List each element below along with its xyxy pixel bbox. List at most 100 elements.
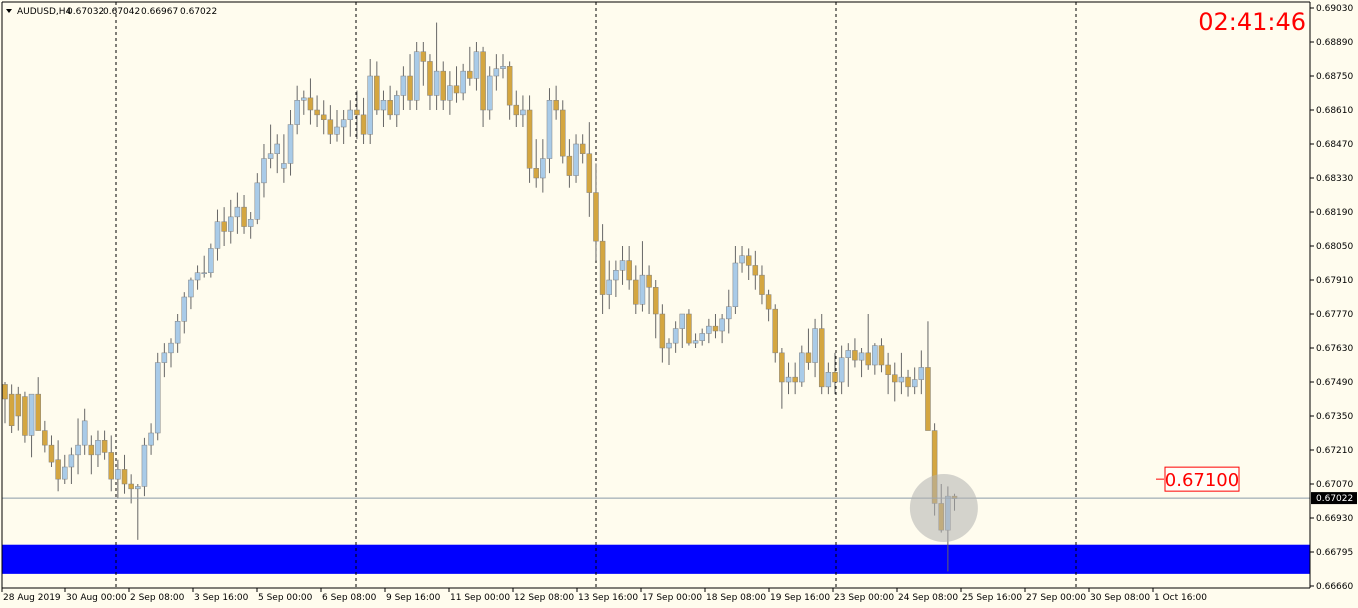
y-tick-label: 0.68330 bbox=[1316, 174, 1353, 184]
candle-body-bear bbox=[593, 192, 599, 242]
candle-body-bull bbox=[148, 432, 154, 446]
candle-body-bull bbox=[679, 313, 686, 329]
y-tick-label: 0.67350 bbox=[1316, 412, 1353, 422]
candle-body-bear bbox=[885, 364, 891, 375]
candle-body-bull bbox=[845, 350, 852, 358]
candle-body-bear bbox=[387, 100, 393, 116]
y-tick-label: 0.68470 bbox=[1316, 140, 1353, 150]
candle-body-bull bbox=[613, 270, 619, 281]
header-close: 0.67022 bbox=[180, 7, 217, 17]
candle-body-bull bbox=[413, 51, 420, 101]
candle-body-bear bbox=[659, 313, 666, 349]
candle-body-bull bbox=[81, 420, 88, 446]
candle-body-bull bbox=[918, 367, 925, 380]
candle-body-bear bbox=[320, 114, 327, 120]
candle-body-bear bbox=[55, 459, 61, 480]
candle-body-bull bbox=[666, 342, 672, 349]
y-tick-label: 0.68050 bbox=[1316, 242, 1353, 252]
header-low: 0.66967 bbox=[141, 7, 178, 17]
x-tick-label: 17 Sep 00:00 bbox=[642, 593, 702, 603]
candle bbox=[22, 391, 28, 443]
candle-body-bull bbox=[201, 272, 207, 274]
candle-body-bear bbox=[360, 114, 367, 135]
candle-body-bear bbox=[752, 265, 759, 276]
current-price-tag-label: 0.67022 bbox=[1316, 494, 1353, 504]
candle-body-bull bbox=[706, 325, 712, 334]
candle-body-bear bbox=[865, 352, 871, 366]
highlight-circle bbox=[909, 474, 978, 542]
candle-body-bull bbox=[500, 66, 506, 69]
candle bbox=[208, 243, 214, 278]
candle-body-bull bbox=[520, 109, 526, 116]
candle-body-bear bbox=[374, 75, 380, 111]
candle-body-bull bbox=[400, 75, 407, 96]
candle-body-bull bbox=[911, 379, 918, 388]
x-tick-label: 6 Sep 08:00 bbox=[322, 593, 377, 603]
y-tick-label: 0.67910 bbox=[1316, 276, 1353, 286]
candle-body-bear bbox=[480, 51, 486, 111]
x-tick-label: 13 Sep 16:00 bbox=[578, 593, 638, 603]
price-chart[interactable]: 0.67100 0.69030 0.68890 0.68750 0.68610 0.68… bbox=[0, 0, 1358, 608]
candle-body-bull bbox=[433, 70, 440, 96]
y-tick-label: 0.67070 bbox=[1316, 480, 1353, 490]
candle-body-bear bbox=[354, 109, 360, 116]
candle-body-bull bbox=[394, 95, 400, 116]
candle-body-bear bbox=[553, 100, 559, 111]
candle-body-bull bbox=[573, 143, 579, 176]
candle-body-bear bbox=[314, 109, 320, 116]
candle-body-bull bbox=[247, 219, 254, 227]
candle-body-bull bbox=[75, 444, 81, 456]
candle-body-bull bbox=[214, 221, 221, 249]
candle-body-bull bbox=[719, 318, 725, 332]
x-tick-label: 5 Sep 00:00 bbox=[258, 593, 313, 603]
candle-body-bear bbox=[905, 376, 911, 388]
candle-body-bull bbox=[739, 255, 745, 264]
chart-background bbox=[0, 0, 1358, 608]
header-high: 0.67042 bbox=[103, 7, 140, 17]
candle-body-bull bbox=[726, 306, 732, 320]
candle-body-bear bbox=[652, 287, 659, 315]
candle-body-bear bbox=[35, 393, 41, 431]
y-tick-label: 0.67630 bbox=[1316, 344, 1353, 354]
candle-body-bear bbox=[892, 374, 898, 383]
x-tick-label: 11 Sep 00:00 bbox=[450, 593, 510, 603]
candle-body-bear bbox=[646, 274, 652, 288]
x-tick-label: 9 Sep 16:00 bbox=[386, 593, 441, 603]
candle-body-bull bbox=[254, 182, 261, 220]
candle-body-bear bbox=[407, 75, 413, 101]
candle-body-bear bbox=[626, 260, 632, 281]
candle-body-bull bbox=[672, 328, 679, 344]
candle-body-bull bbox=[858, 352, 865, 361]
candle-body-bull bbox=[334, 126, 340, 135]
candle-body-bear bbox=[779, 352, 785, 383]
candle-body-bear bbox=[8, 393, 15, 426]
y-tick-label: 0.68890 bbox=[1316, 38, 1353, 48]
support-zone[interactable] bbox=[2, 544, 1310, 574]
candle-body-bull bbox=[261, 158, 267, 184]
candle-body-bear bbox=[440, 70, 446, 101]
candle-body-bull bbox=[95, 440, 101, 456]
candle-body-bear bbox=[327, 119, 334, 135]
candle-body-bull bbox=[168, 342, 174, 354]
x-tick-label: 30 Sep 08:00 bbox=[1090, 593, 1150, 603]
candle-body-bull bbox=[785, 376, 792, 383]
candle-body-bull bbox=[460, 70, 466, 94]
candle-body-bull bbox=[473, 51, 480, 79]
candle-body-bear bbox=[772, 308, 778, 354]
candle-body-bear bbox=[128, 483, 134, 490]
candle-body-bull bbox=[301, 97, 307, 101]
candle-body-bull bbox=[208, 248, 214, 273]
candle-body-bull bbox=[619, 260, 626, 271]
candle-body-bear bbox=[792, 376, 798, 383]
candle-body-bull bbox=[898, 376, 905, 383]
candle-body-bear bbox=[712, 325, 719, 332]
level-label: 0.67100 bbox=[1165, 470, 1239, 491]
candle-body-bear bbox=[765, 294, 772, 310]
x-tick-label: 12 Sep 08:00 bbox=[514, 593, 574, 603]
candle-body-bear bbox=[221, 221, 227, 232]
candle bbox=[560, 100, 566, 164]
candle-body-bear bbox=[579, 143, 586, 154]
candle-body-bull bbox=[174, 321, 181, 344]
candle-body-bear bbox=[925, 367, 931, 431]
candle-body-bull bbox=[699, 333, 705, 341]
